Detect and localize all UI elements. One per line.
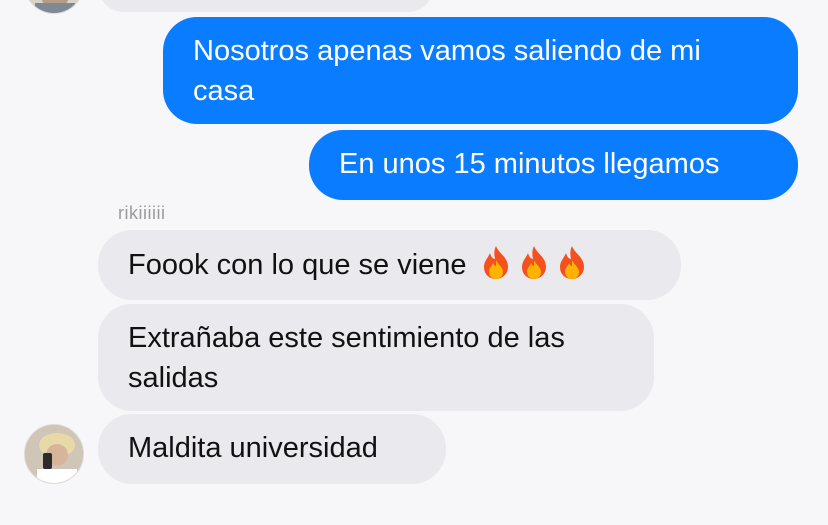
fire-icon [517,244,551,280]
avatar-photo-icon [25,0,83,13]
message-bubble-incoming[interactable]: Maldita universidad [98,414,446,484]
message-text: Extrañaba este sentimiento de las salida… [128,322,565,394]
avatar-photo-icon [25,425,83,483]
message-bubble-outgoing[interactable]: Nosotros apenas vamos saliendo de mi cas… [163,17,798,124]
message-bubble-incoming-partial[interactable] [98,0,434,12]
message-text: En unos 15 minutos llegamos [339,148,720,180]
message-text: Nosotros apenas vamos saliendo de mi cas… [193,35,701,107]
fire-icon [479,244,513,280]
message-bubble-outgoing[interactable]: En unos 15 minutos llegamos [309,130,798,200]
message-bubble-incoming[interactable]: Foook con lo que se viene [98,230,681,300]
fire-icon [555,244,589,280]
message-text: Maldita universidad [128,432,378,464]
contact-avatar[interactable] [24,0,84,14]
message-text: Foook con lo que se viene [128,249,467,281]
sender-name-label: rikiiiiii [118,203,166,223]
message-bubble-incoming[interactable]: Extrañaba este sentimiento de las salida… [98,304,654,411]
message-thread: Nosotros apenas vamos saliendo de mi cas… [0,0,828,525]
contact-avatar[interactable] [24,424,84,484]
